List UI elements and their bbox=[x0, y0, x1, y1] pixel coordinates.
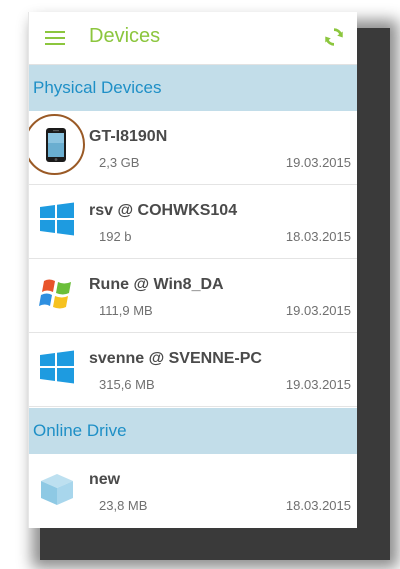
device-name: rsv @ COHWKS104 bbox=[89, 202, 238, 219]
device-size: 23,8 MB bbox=[99, 498, 148, 513]
smartphone-icon bbox=[29, 114, 85, 175]
device-date: 19.03.2015 bbox=[285, 377, 351, 392]
app-header: Devices bbox=[29, 12, 357, 65]
page-title: Devices bbox=[89, 25, 161, 47]
app-screen: Devices Physical Devices GT-I8190N 2,3 G… bbox=[28, 12, 357, 528]
device-size: 192 b bbox=[99, 229, 132, 244]
device-name: new bbox=[89, 471, 121, 488]
device-date: 19.03.2015 bbox=[285, 155, 351, 170]
device-item-gt-i8190n[interactable]: GT-I8190N 2,3 GB 19.03.2015 bbox=[29, 111, 357, 185]
section-header-online-drive: Online Drive bbox=[29, 408, 357, 454]
windows-xp-logo-icon bbox=[37, 273, 77, 313]
device-name: GT-I8190N bbox=[89, 128, 168, 145]
device-size: 111,9 MB bbox=[99, 303, 153, 318]
device-size: 315,6 MB bbox=[99, 377, 155, 392]
section-label: Online Drive bbox=[33, 421, 127, 440]
device-item-new[interactable]: new 23,8 MB 18.03.2015 bbox=[29, 454, 357, 527]
section-header-physical-devices: Physical Devices bbox=[29, 65, 357, 111]
device-date: 19.03.2015 bbox=[285, 303, 351, 318]
cloud-drive-box-icon bbox=[37, 468, 77, 508]
windows-8-logo-icon bbox=[37, 199, 77, 239]
highlight-ring bbox=[29, 114, 85, 175]
device-date: 18.03.2015 bbox=[285, 498, 351, 513]
device-item-rsv-cohwks104[interactable]: rsv @ COHWKS104 192 b 18.03.2015 bbox=[29, 185, 357, 259]
hamburger-menu-icon[interactable] bbox=[45, 30, 65, 46]
device-date: 18.03.2015 bbox=[285, 229, 351, 244]
device-name: svenne @ SVENNE-PC bbox=[89, 350, 262, 367]
device-name: Rune @ Win8_DA bbox=[89, 276, 224, 293]
device-item-svenne-svenne-pc[interactable]: svenne @ SVENNE-PC 315,6 MB 19.03.2015 bbox=[29, 333, 357, 407]
device-item-rune-win8-da[interactable]: Rune @ Win8_DA 111,9 MB 19.03.2015 bbox=[29, 259, 357, 333]
device-size: 2,3 GB bbox=[99, 155, 140, 170]
refresh-sync-icon[interactable] bbox=[323, 26, 345, 48]
section-label: Physical Devices bbox=[33, 78, 162, 97]
windows-8-logo-icon bbox=[37, 347, 77, 387]
